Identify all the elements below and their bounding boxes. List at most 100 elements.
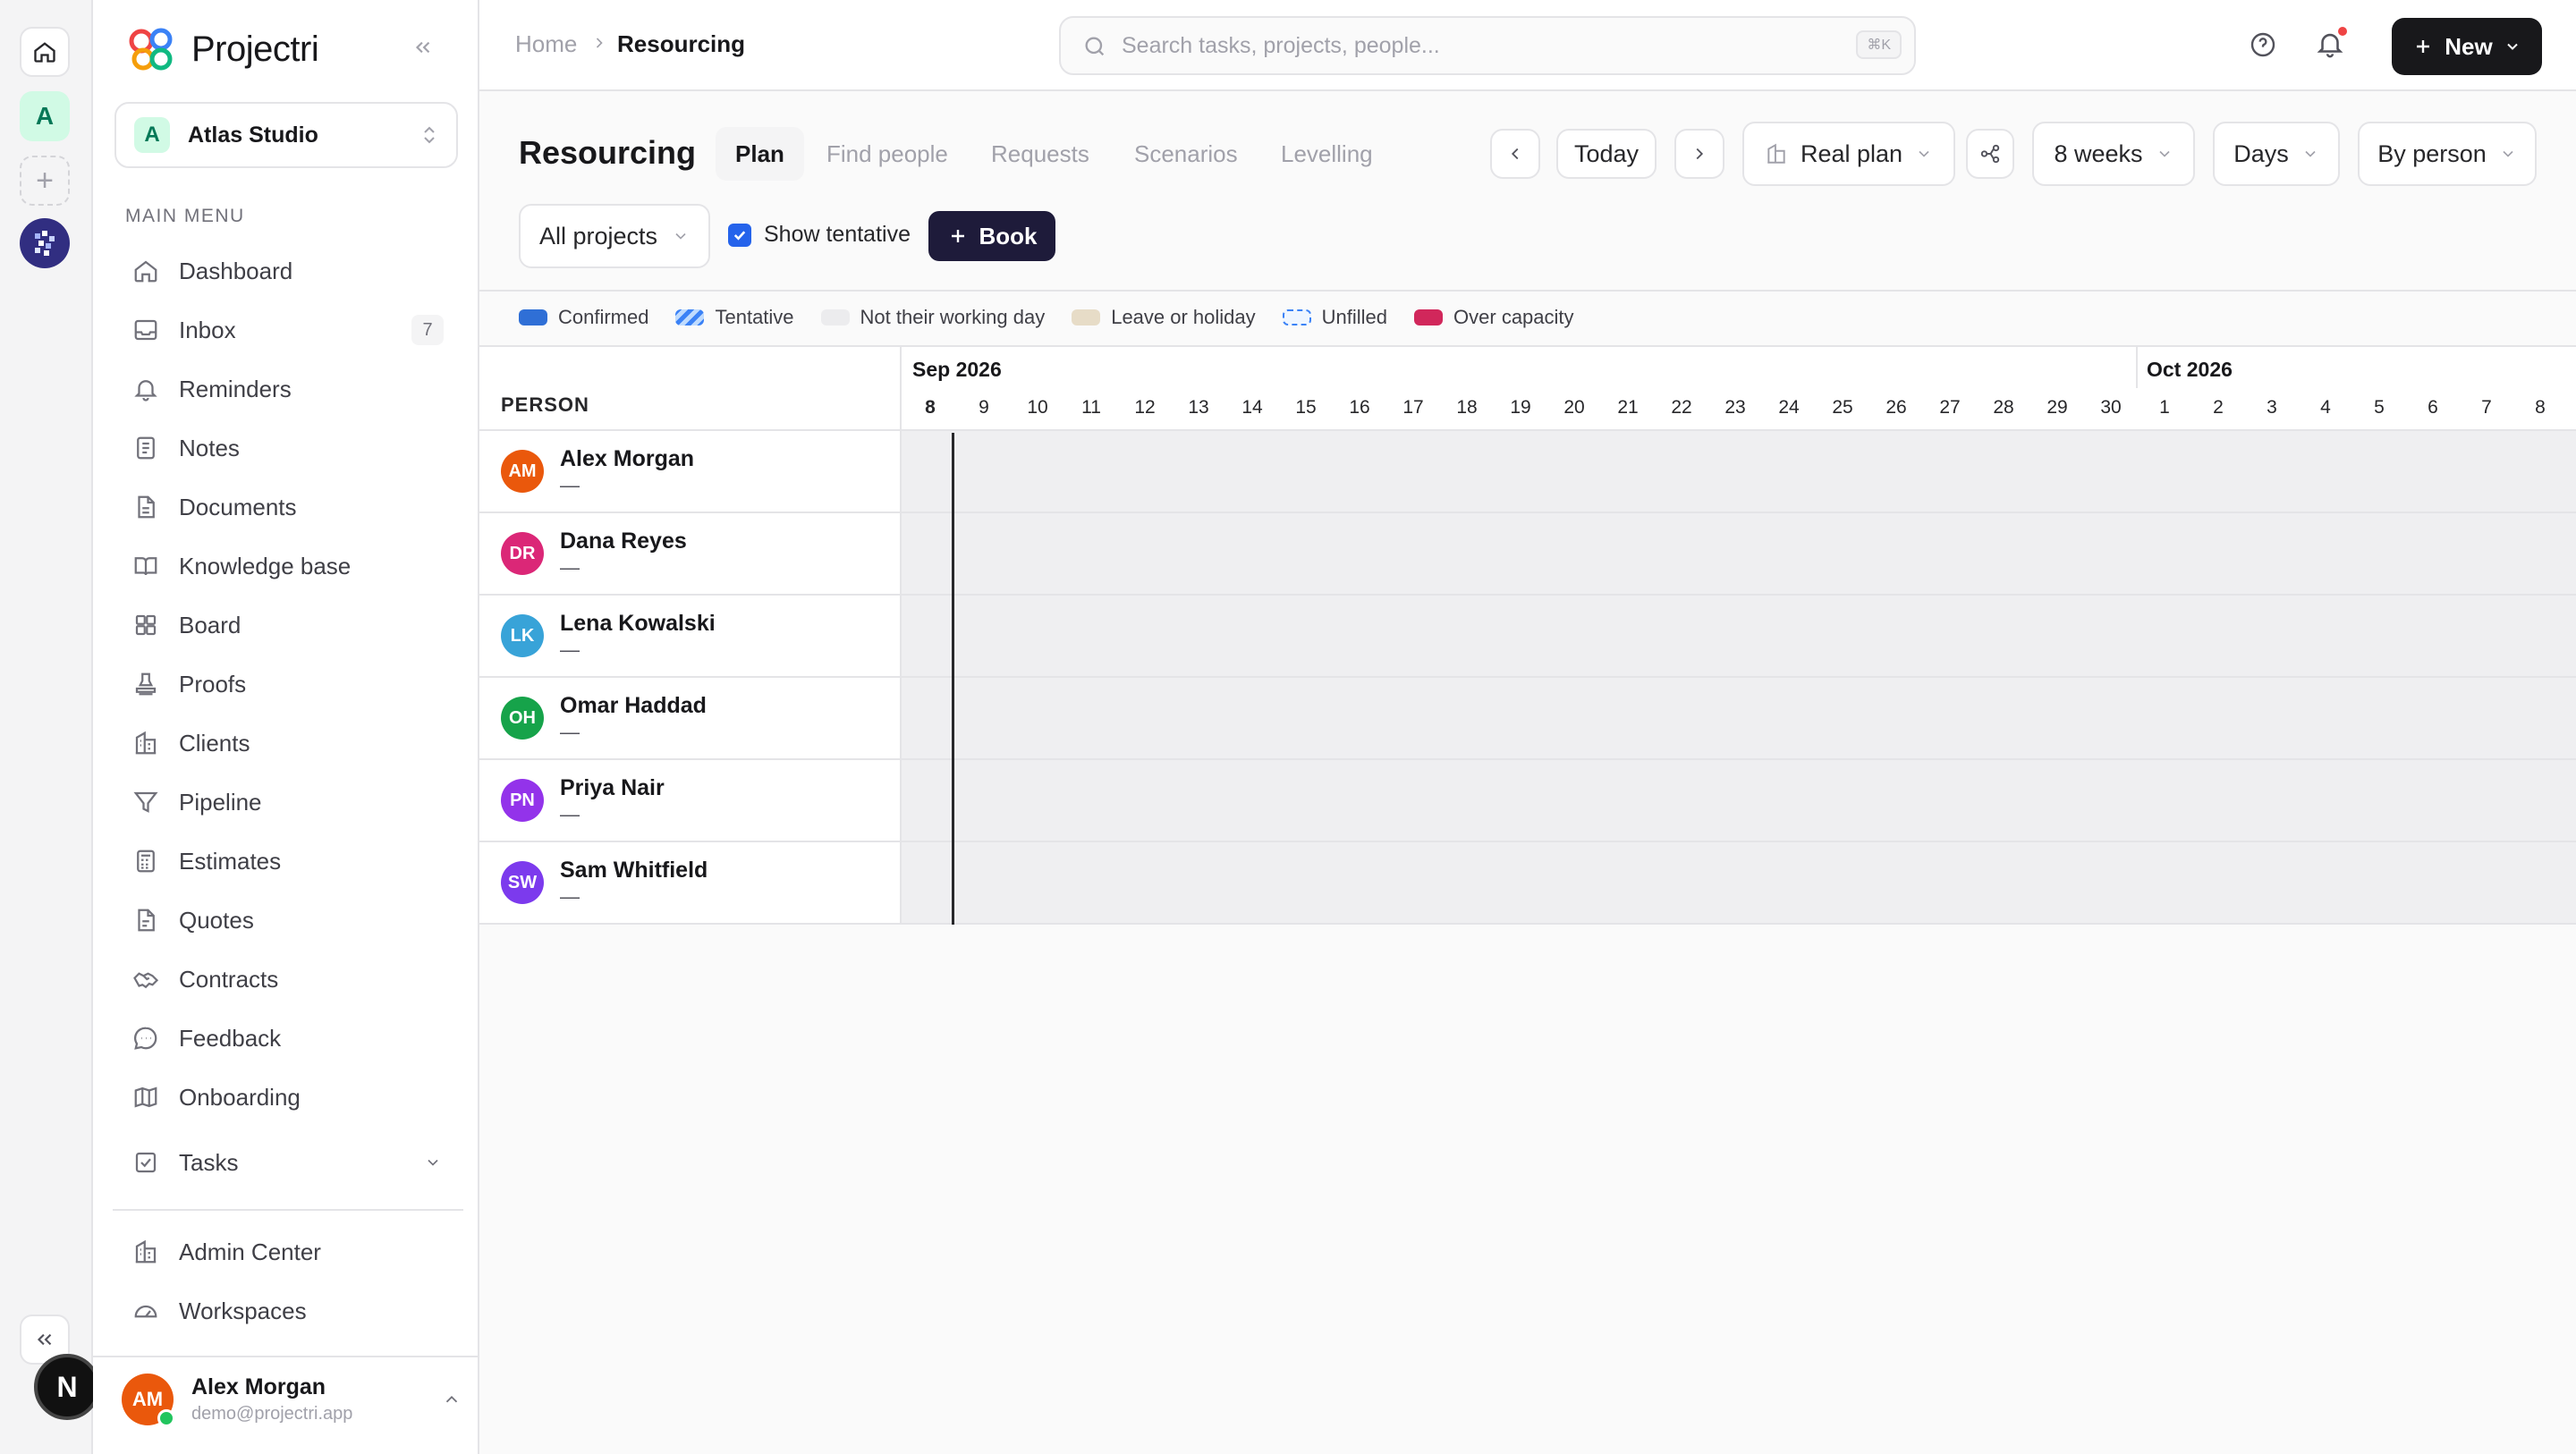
person-cell[interactable]: OH Omar Haddad —: [479, 678, 900, 758]
sidebar-item-feedback[interactable]: Feedback: [114, 1011, 458, 1065]
sidebar-item-label: Tasks: [179, 1148, 239, 1176]
person-name: Priya Nair: [560, 774, 665, 800]
user-menu[interactable]: AM Alex Morgan demo@projectri.app: [122, 1374, 462, 1427]
person-row[interactable]: LK Lena Kowalski —: [479, 596, 2576, 678]
sidebar-item-workspaces[interactable]: Workspaces: [114, 1284, 458, 1338]
person-row[interactable]: OH Omar Haddad —: [479, 678, 2576, 760]
sidebar-item-estimates[interactable]: Estimates: [114, 834, 458, 888]
tentative-swatch: [675, 309, 705, 325]
sidebar-item-inbox[interactable]: Inbox 7: [114, 303, 458, 357]
person-role: —: [560, 720, 580, 743]
user-name: Alex Morgan: [191, 1374, 326, 1399]
sidebar-item-reminders[interactable]: Reminders: [114, 362, 458, 416]
sidebar-item-notes[interactable]: Notes: [114, 421, 458, 475]
timeline-track[interactable]: [902, 596, 2576, 676]
scenario-branch-button[interactable]: [1966, 129, 2014, 179]
person-row[interactable]: DR Dana Reyes —: [479, 513, 2576, 596]
sidebar-item-contracts[interactable]: Contracts: [114, 952, 458, 1006]
sidebar-item-admin-center[interactable]: Admin Center: [114, 1225, 458, 1279]
project-filter-select[interactable]: All projects: [519, 204, 710, 268]
resourcing-timeline: PERSON Sep 2026 Oct 2026 8 9 10 11 12 13 14 15 1…: [479, 345, 2576, 925]
plan-select-value: Real plan: [1800, 139, 1903, 167]
help-icon[interactable]: [2249, 30, 2277, 59]
top-bar: Home Resourcing Search tasks, projects, …: [479, 0, 2576, 91]
sidebar-item-pipeline[interactable]: Pipeline: [114, 775, 458, 829]
day-label: 13: [1188, 397, 1209, 418]
dev-tools-button[interactable]: N: [34, 1354, 100, 1420]
confirmed-swatch: [519, 309, 547, 325]
new-button[interactable]: New: [2392, 18, 2542, 75]
sidebar-item-onboarding[interactable]: Onboarding: [114, 1070, 458, 1124]
tab-plan[interactable]: Plan: [716, 127, 804, 181]
plus-icon: [951, 230, 964, 242]
avatar: PN: [501, 779, 544, 822]
sidebar-item-clients[interactable]: Clients: [114, 716, 458, 770]
range-select[interactable]: 8 weeks: [2032, 122, 2195, 186]
page-title: Resourcing: [519, 134, 697, 171]
stamp-icon: [135, 672, 157, 696]
handshake-icon: [133, 972, 159, 989]
sidebar-divider: [93, 1356, 479, 1357]
collapse-sidebar-icon[interactable]: [411, 36, 435, 59]
day-label: 24: [1778, 397, 1800, 418]
sidebar-item-dashboard[interactable]: Dashboard: [114, 244, 458, 298]
tab-scenarios[interactable]: Scenarios: [1114, 127, 1258, 181]
book-button[interactable]: Book: [928, 211, 1055, 261]
person-cell[interactable]: PN Priya Nair —: [479, 760, 900, 841]
next-period-button[interactable]: [1674, 129, 1724, 179]
legend: Confirmed Tentative Not their working da…: [519, 306, 1574, 329]
show-tentative-checkbox[interactable]: [728, 223, 751, 247]
chevron-left-icon: [1511, 148, 1519, 160]
timeline-track[interactable]: [902, 431, 2576, 511]
sidebar-item-documents[interactable]: Documents: [114, 480, 458, 534]
brand[interactable]: Projectri: [125, 25, 319, 73]
day-label: 30: [2100, 397, 2122, 418]
legend-item-not-working-day: Not their working day: [820, 306, 1045, 329]
unit-select[interactable]: Days: [2213, 122, 2340, 186]
previous-period-button[interactable]: [1490, 129, 1540, 179]
group-by-select[interactable]: By person: [2358, 122, 2537, 186]
app-logo-icon[interactable]: [20, 218, 70, 268]
sidebar-item-quotes[interactable]: Quotes: [114, 893, 458, 947]
sidebar-item-proofs[interactable]: Proofs: [114, 657, 458, 711]
tab-requests[interactable]: Requests: [971, 127, 1109, 181]
home-icon: [134, 260, 157, 283]
project-filter-value: All projects: [538, 222, 658, 249]
tab-levelling[interactable]: Levelling: [1261, 127, 1393, 181]
over-capacity-swatch: [1414, 309, 1444, 325]
timeline-track[interactable]: [902, 678, 2576, 758]
add-workspace-button[interactable]: +: [20, 156, 70, 206]
leave-swatch: [1072, 309, 1101, 325]
chevron-down-icon: [2503, 150, 2513, 157]
sidebar-divider: [113, 1209, 463, 1211]
workspace-switch-button[interactable]: A: [20, 91, 70, 141]
sidebar-item-tasks[interactable]: Tasks: [114, 1136, 458, 1189]
person-row[interactable]: AM Alex Morgan —: [479, 431, 2576, 513]
plan-select[interactable]: Real plan: [1742, 122, 1955, 186]
timeline-track[interactable]: [902, 513, 2576, 594]
building-icon: [135, 1239, 157, 1264]
person-cell[interactable]: LK Lena Kowalski —: [479, 596, 900, 676]
day-label: 15: [1295, 397, 1317, 418]
workspace-select[interactable]: A Atlas Studio: [114, 102, 458, 168]
show-tentative-toggle[interactable]: Show tentative: [728, 222, 911, 248]
person-row[interactable]: SW Sam Whitfield —: [479, 842, 2576, 925]
unit-select-value: Days: [2233, 139, 2289, 167]
sidebar-item-board[interactable]: Board: [114, 598, 458, 652]
timeline-track[interactable]: [902, 760, 2576, 841]
home-icon[interactable]: [20, 27, 70, 77]
calculator-icon: [137, 850, 155, 873]
sidebar-item-knowledge-base[interactable]: Knowledge base: [114, 539, 458, 593]
search-input[interactable]: Search tasks, projects, people... ⌘K: [1059, 16, 1916, 75]
breadcrumb-home[interactable]: Home: [515, 30, 577, 58]
person-cell[interactable]: DR Dana Reyes —: [479, 513, 900, 594]
tab-find-people[interactable]: Find people: [807, 127, 968, 181]
person-row[interactable]: PN Priya Nair —: [479, 760, 2576, 842]
chevron-down-icon[interactable]: [424, 1154, 442, 1171]
person-cell[interactable]: AM Alex Morgan —: [479, 431, 900, 511]
day-label: 12: [1134, 397, 1156, 418]
person-cell[interactable]: SW Sam Whitfield —: [479, 842, 900, 923]
timeline-track[interactable]: [902, 842, 2576, 923]
legend-label: Unfilled: [1321, 306, 1388, 328]
today-button[interactable]: Today: [1556, 129, 1657, 179]
